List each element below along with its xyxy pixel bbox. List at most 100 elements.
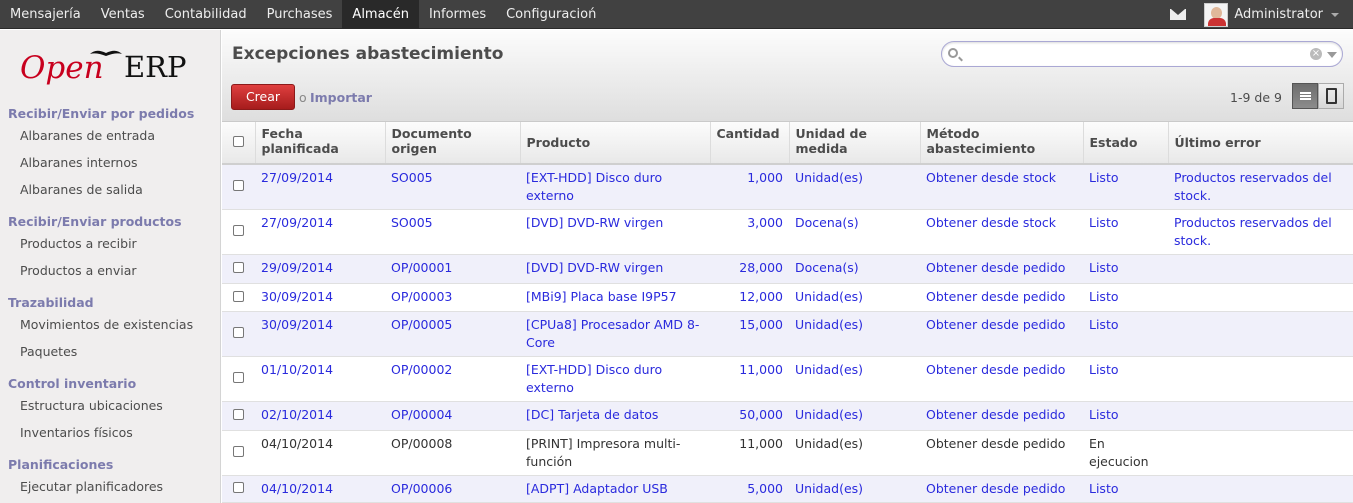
table-row[interactable]: 30/09/2014 OP/00005 [CPUa8] Procesador AMD… <box>222 311 1353 357</box>
cell-documento[interactable]: OP/00006 <box>385 475 520 503</box>
clear-search-icon[interactable]: × <box>1310 48 1322 60</box>
cell-error[interactable] <box>1168 401 1353 431</box>
topmenu-contabilidad[interactable]: Contabilidad <box>155 0 257 29</box>
create-button[interactable]: Crear <box>231 84 295 110</box>
table-row[interactable]: 27/09/2014 SO005 [EXT-HDD] Disco duro exte… <box>222 164 1353 210</box>
cell-cantidad[interactable]: 11,000 <box>710 430 789 476</box>
cell-producto[interactable]: [CPUa8] Procesador AMD 8-Core <box>520 311 710 357</box>
cell-unidad[interactable]: Unidad(es) <box>789 430 920 476</box>
table-row[interactable]: 04/10/2014 OP/00006 [ADPT] Adaptador USB 5,… <box>222 475 1353 503</box>
cell-metodo[interactable]: Obtener desde stock <box>920 164 1083 210</box>
cell-cantidad[interactable]: 50,000 <box>710 401 789 431</box>
cell-metodo[interactable]: Obtener desde pedido <box>920 401 1083 431</box>
cell-fecha[interactable]: 27/09/2014 <box>255 209 385 255</box>
cell-documento[interactable]: OP/00002 <box>385 356 520 402</box>
cell-cantidad[interactable]: 12,000 <box>710 283 789 312</box>
sidebar-item-albaranes-entrada[interactable]: Albaranes de entrada <box>20 128 155 143</box>
sidebar-item-estructura-ubicaciones[interactable]: Estructura ubicaciones <box>20 398 163 413</box>
topmenu-informes[interactable]: Informes <box>419 0 496 29</box>
sidebar-item-movimientos[interactable]: Movimientos de existencias <box>20 317 193 332</box>
row-checkbox[interactable] <box>233 180 244 191</box>
cell-fecha[interactable]: 29/09/2014 <box>255 254 385 284</box>
cell-cantidad[interactable]: 28,000 <box>710 254 789 284</box>
cell-metodo[interactable]: Obtener desde pedido <box>920 430 1083 476</box>
row-checkbox[interactable] <box>233 262 244 273</box>
topmenu-ventas[interactable]: Ventas <box>91 0 155 29</box>
col-ultimo-error[interactable]: Último error <box>1167 122 1353 165</box>
cell-producto[interactable]: [ADPT] Adaptador USB <box>520 475 710 503</box>
cell-unidad[interactable]: Unidad(es) <box>789 401 920 431</box>
cell-metodo[interactable]: Obtener desde pedido <box>920 283 1083 312</box>
col-documento-origen[interactable]: Documento origen <box>384 122 520 165</box>
cell-producto[interactable]: [DVD] DVD-RW virgen <box>520 254 710 284</box>
cell-unidad[interactable]: Unidad(es) <box>789 311 920 357</box>
cell-metodo[interactable]: Obtener desde stock <box>920 209 1083 255</box>
sidebar-item-productos-enviar[interactable]: Productos a enviar <box>20 263 137 278</box>
cell-documento[interactable]: OP/00005 <box>385 311 520 357</box>
cell-error[interactable] <box>1168 475 1353 503</box>
cell-producto[interactable]: [DVD] DVD-RW virgen <box>520 209 710 255</box>
row-checkbox[interactable] <box>233 409 244 420</box>
sidebar-item-paquetes[interactable]: Paquetes <box>20 344 77 359</box>
col-fecha-planificada[interactable]: Fecha planificada <box>254 122 385 165</box>
select-all-checkbox[interactable] <box>232 136 244 147</box>
openerp-logo[interactable]: Open ERP <box>18 44 203 92</box>
cell-estado[interactable]: Listo <box>1083 311 1168 357</box>
cell-error[interactable] <box>1168 356 1353 402</box>
cell-producto[interactable]: [EXT-HDD] Disco duro externo <box>520 164 710 210</box>
cell-unidad[interactable]: Unidad(es) <box>789 356 920 402</box>
col-unidad-medida[interactable]: Unidad de medida <box>788 122 920 165</box>
user-menu[interactable]: Administrator <box>1204 0 1353 29</box>
cell-fecha[interactable]: 30/09/2014 <box>255 283 385 312</box>
cell-documento[interactable]: OP/00003 <box>385 283 520 312</box>
topmenu-mensajeria[interactable]: Mensajería <box>0 0 91 29</box>
cell-unidad[interactable]: Unidad(es) <box>789 283 920 312</box>
col-estado[interactable]: Estado <box>1082 122 1168 165</box>
sidebar-item-inventarios-fisicos[interactable]: Inventarios físicos <box>20 425 133 440</box>
cell-metodo[interactable]: Obtener desde pedido <box>920 356 1083 402</box>
cell-cantidad[interactable]: 15,000 <box>710 311 789 357</box>
cell-error[interactable] <box>1168 430 1353 476</box>
col-metodo-abastecimiento[interactable]: Método abastecimiento <box>919 122 1083 165</box>
cell-producto[interactable]: [MBi9] Placa base I9P57 <box>520 283 710 312</box>
cell-error[interactable] <box>1168 311 1353 357</box>
search-box[interactable]: × <box>941 41 1343 67</box>
cell-unidad[interactable]: Unidad(es) <box>789 164 920 210</box>
sidebar-item-albaranes-internos[interactable]: Albaranes internos <box>20 155 138 170</box>
cell-estado[interactable]: Listo <box>1083 254 1168 284</box>
row-checkbox[interactable] <box>233 372 244 383</box>
cell-documento[interactable]: OP/00001 <box>385 254 520 284</box>
cell-unidad[interactable]: Unidad(es) <box>789 475 920 503</box>
topmenu-configuracion[interactable]: Configuracioń <box>496 0 606 29</box>
table-row[interactable]: 04/10/2014 OP/00008 [PRINT] Impresora mult… <box>222 430 1353 476</box>
cell-cantidad[interactable]: 11,000 <box>710 356 789 402</box>
cell-estado[interactable]: Listo <box>1083 283 1168 312</box>
cell-cantidad[interactable]: 1,000 <box>710 164 789 210</box>
form-view-button[interactable] <box>1318 83 1344 109</box>
cell-producto[interactable]: [EXT-HDD] Disco duro externo <box>520 356 710 402</box>
table-row[interactable]: 01/10/2014 OP/00002 [EXT-HDD] Disco duro e… <box>222 356 1353 402</box>
cell-producto[interactable]: [DC] Tarjeta de datos <box>520 401 710 431</box>
row-checkbox[interactable] <box>233 225 244 236</box>
topmenu-almacen[interactable]: Almacén <box>342 0 419 29</box>
sidebar-item-productos-recibir[interactable]: Productos a recibir <box>20 236 137 251</box>
cell-fecha[interactable]: 01/10/2014 <box>255 356 385 402</box>
cell-fecha[interactable]: 30/09/2014 <box>255 311 385 357</box>
cell-fecha[interactable]: 04/10/2014 <box>255 475 385 503</box>
list-view-button[interactable] <box>1292 83 1318 109</box>
cell-estado[interactable]: Listo <box>1083 356 1168 402</box>
row-checkbox[interactable] <box>233 290 244 302</box>
table-row[interactable]: 27/09/2014 SO005 [DVD] DVD-RW virgen 3,000 D… <box>222 209 1353 255</box>
cell-estado[interactable]: En ejecucion <box>1083 430 1168 476</box>
col-producto[interactable]: Producto <box>519 122 710 165</box>
cell-documento[interactable]: SO005 <box>385 164 520 210</box>
cell-fecha[interactable]: 02/10/2014 <box>255 401 385 431</box>
cell-error[interactable]: Productos reservados del stock. <box>1168 164 1353 210</box>
search-options-chevron-icon[interactable] <box>1327 52 1337 58</box>
table-row[interactable]: 30/09/2014 OP/00003 [MBi9] Placa base I9P5… <box>222 283 1353 312</box>
cell-estado[interactable]: Listo <box>1083 475 1168 503</box>
table-row[interactable]: 29/09/2014 OP/00001 [DVD] DVD-RW virgen 28,… <box>222 254 1353 284</box>
cell-fecha[interactable]: 27/09/2014 <box>255 164 385 210</box>
cell-documento[interactable]: OP/00008 <box>385 430 520 476</box>
cell-producto[interactable]: [PRINT] Impresora multi-función <box>520 430 710 476</box>
